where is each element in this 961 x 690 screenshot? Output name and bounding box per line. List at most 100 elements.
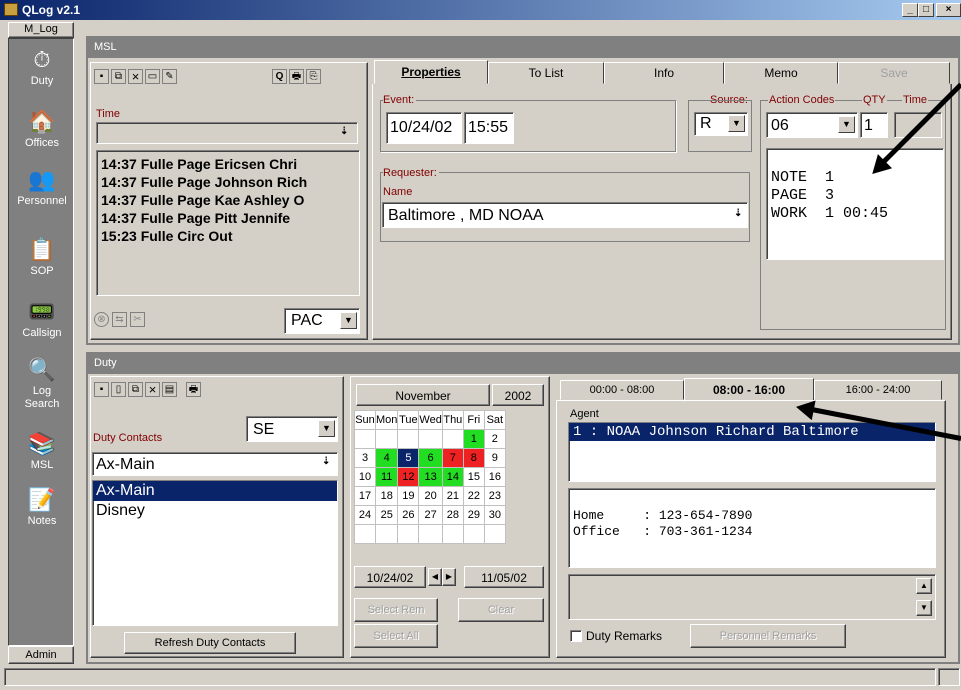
copy-icon[interactable]: ⧉ <box>111 69 126 84</box>
new-icon[interactable]: ▯ <box>111 382 126 397</box>
tools-icon[interactable]: ✂ <box>130 312 145 327</box>
day[interactable] <box>397 429 420 449</box>
day[interactable] <box>374 524 399 544</box>
list-item[interactable]: 14:37 Fulle Page Pitt Jennife <box>101 209 355 227</box>
day[interactable]: 1 <box>462 429 485 449</box>
msl-time-input[interactable] <box>96 122 358 144</box>
sidebar-item-callsign[interactable]: 📟 Callsign <box>9 299 75 339</box>
action-codes-list[interactable]: NOTE 1 PAGE 3 WORK 1 00:45 <box>766 148 944 260</box>
prev-arrow-icon[interactable]: ◀ <box>428 568 442 586</box>
msl-list[interactable]: 14:37 Fulle Page Ericsen Chri 14:37 Full… <box>96 150 360 296</box>
scroll-down-icon[interactable]: ▼ <box>916 600 932 616</box>
calendar-month[interactable]: November <box>356 384 490 406</box>
day[interactable] <box>397 524 420 544</box>
day[interactable]: 18 <box>374 486 399 506</box>
list-item[interactable]: 14:37 Fulle Page Kae Ashley O <box>101 191 355 209</box>
event-time-input[interactable]: 15:55 <box>464 112 514 144</box>
day[interactable]: 8 <box>462 448 485 468</box>
list-item[interactable]: 14:37 Fulle Page Johnson Rich <box>101 173 355 191</box>
query-icon[interactable]: Q <box>272 69 287 84</box>
day[interactable]: 23 <box>483 486 506 506</box>
calendar-from-date[interactable]: 10/24/02 <box>354 566 426 588</box>
list-item[interactable]: 1 : NOAA Johnson Richard Baltimore <box>569 423 935 441</box>
clear-button[interactable]: Clear <box>458 598 544 622</box>
day[interactable] <box>441 429 464 449</box>
list-item[interactable]: WORK 1 00:45 <box>771 205 939 223</box>
sidebar-item-msl[interactable]: 📚 MSL <box>9 431 75 471</box>
printer-icon[interactable]: 🖶 <box>186 382 201 397</box>
sidebar-item-personnel[interactable]: 👥 Personnel <box>9 167 75 207</box>
day[interactable]: 7 <box>441 448 464 468</box>
day[interactable]: 24 <box>354 505 376 525</box>
calendar-year[interactable]: 2002 <box>492 384 544 406</box>
day[interactable]: 13 <box>418 467 443 487</box>
day[interactable]: 3 <box>354 448 376 468</box>
dropdown-arrow-icon[interactable]: ⇣ <box>340 126 348 137</box>
list-item[interactable]: 14:37 Fulle Page Ericsen Chri <box>101 155 355 173</box>
delete-icon[interactable]: × <box>128 69 143 84</box>
copy-icon[interactable]: ⧉ <box>128 382 143 397</box>
sidebar-item-log-search[interactable]: 🔍 Log Search <box>9 357 75 411</box>
day[interactable]: 14 <box>441 467 464 487</box>
day[interactable]: 20 <box>418 486 443 506</box>
day[interactable]: 22 <box>462 486 485 506</box>
list-item[interactable]: Home : 123-654-7890 <box>573 508 931 524</box>
next-arrow-icon[interactable]: ▶ <box>442 568 456 586</box>
list-item[interactable]: NOTE 1 <box>771 169 939 187</box>
tab-properties[interactable]: Properties <box>374 60 488 84</box>
list-item[interactable]: Office : 703-361-1234 <box>573 524 931 540</box>
save-icon[interactable]: ▪ <box>94 382 109 397</box>
remarks-text[interactable] <box>568 574 936 620</box>
day[interactable]: 4 <box>374 448 399 468</box>
source-dropdown-arrow[interactable]: ▼ <box>728 115 745 132</box>
requester-name-input[interactable]: Baltimore , MD NOAA <box>382 202 748 228</box>
duty-remarks-checkbox[interactable] <box>570 630 582 642</box>
properties-icon[interactable]: ▤ <box>162 382 177 397</box>
tab-shift-2[interactable]: 08:00 - 16:00 <box>684 378 814 402</box>
tab-to-list[interactable]: To List <box>488 62 604 84</box>
day[interactable] <box>483 524 506 544</box>
day[interactable]: 19 <box>397 486 420 506</box>
scroll-up-icon[interactable]: ▲ <box>916 578 932 594</box>
sidebar-item-notes[interactable]: 📝 Notes <box>9 487 75 527</box>
day[interactable]: 26 <box>397 505 420 525</box>
cancel-icon[interactable]: ⊗ <box>94 312 109 327</box>
select-rem-button[interactable]: Select Rem <box>354 598 438 622</box>
day[interactable]: 15 <box>462 467 485 487</box>
phone-list[interactable]: Home : 123-654-7890 Office : 703-361-1234 <box>568 488 936 568</box>
refresh-duty-contacts-button[interactable]: Refresh Duty Contacts <box>124 632 296 654</box>
action-code-dropdown-arrow[interactable]: ▼ <box>838 116 855 133</box>
day[interactable]: 28 <box>441 505 464 525</box>
requester-dropdown-icon[interactable]: ⇣ <box>734 208 742 219</box>
day[interactable] <box>462 524 485 544</box>
delete-icon[interactable]: × <box>145 382 160 397</box>
tab-shift-3[interactable]: 16:00 - 24:00 <box>814 380 942 400</box>
personnel-remarks-button[interactable]: Personnel Remarks <box>690 624 846 648</box>
day[interactable] <box>354 429 376 449</box>
day[interactable] <box>418 524 443 544</box>
day[interactable]: 5 <box>397 448 420 468</box>
day[interactable] <box>441 524 464 544</box>
calendar-to-date[interactable]: 11/05/02 <box>464 566 544 588</box>
day[interactable] <box>418 429 443 449</box>
edit-icon[interactable]: ✎ <box>162 69 177 84</box>
day[interactable]: 10 <box>354 467 376 487</box>
list-item[interactable]: Disney <box>93 501 337 521</box>
day[interactable]: 9 <box>483 448 506 468</box>
agent-list[interactable]: 1 : NOAA Johnson Richard Baltimore <box>568 422 936 482</box>
day[interactable]: 12 <box>397 467 420 487</box>
region-dropdown-arrow[interactable]: ▼ <box>318 420 335 437</box>
day[interactable]: 16 <box>483 467 506 487</box>
combo-dropdown-icon[interactable]: ⇣ <box>322 456 330 467</box>
maximize-button[interactable]: □ <box>918 3 934 17</box>
save-icon[interactable]: ▪ <box>94 69 109 84</box>
day[interactable]: 27 <box>418 505 443 525</box>
duty-contacts-combo[interactable]: Ax-Main <box>92 452 338 476</box>
day[interactable]: 30 <box>483 505 506 525</box>
printer-icon[interactable]: 🖶 <box>289 69 304 84</box>
day[interactable]: 25 <box>374 505 399 525</box>
sidebar-item-offices[interactable]: 🏠 Offices <box>9 109 75 149</box>
duty-contacts-list[interactable]: Ax-Main Disney <box>92 480 338 626</box>
list-item[interactable]: 15:23 Fulle Circ Out <box>101 227 355 245</box>
day[interactable]: 6 <box>418 448 443 468</box>
